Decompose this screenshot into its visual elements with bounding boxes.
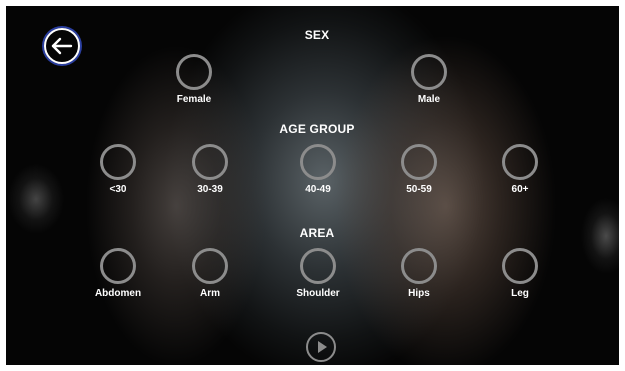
radio-ring[interactable] [192, 248, 228, 284]
area-option-shoulder[interactable]: Shoulder [288, 248, 348, 299]
option-label: 40-49 [305, 184, 331, 195]
radio-ring[interactable] [411, 54, 447, 90]
age-option-30-39[interactable]: 30-39 [180, 144, 240, 195]
option-label: 30-39 [197, 184, 223, 195]
radio-ring[interactable] [401, 248, 437, 284]
age-option-60-plus[interactable]: 60+ [490, 144, 550, 195]
option-label: Shoulder [296, 288, 340, 299]
option-label: Leg [511, 288, 529, 299]
radio-ring[interactable] [192, 144, 228, 180]
area-option-arm[interactable]: Arm [180, 248, 240, 299]
start-play-button[interactable] [306, 332, 336, 362]
sex-option-male[interactable]: Male [399, 54, 459, 105]
play-icon [318, 341, 327, 353]
radio-ring[interactable] [300, 248, 336, 284]
sex-option-female[interactable]: Female [164, 54, 224, 105]
sex-heading: SEX [304, 28, 330, 42]
area-option-abdomen[interactable]: Abdomen [88, 248, 148, 299]
option-label: 60+ [511, 184, 529, 195]
option-label: Abdomen [94, 288, 142, 299]
dumbbell-left-image [6, 161, 66, 236]
area-heading: AREA [299, 226, 335, 240]
age-option-under-30[interactable]: <30 [88, 144, 148, 195]
radio-ring[interactable] [401, 144, 437, 180]
radio-ring[interactable] [300, 144, 336, 180]
age-option-40-49[interactable]: 40-49 [288, 144, 348, 195]
radio-ring[interactable] [176, 54, 212, 90]
option-label: <30 [109, 184, 127, 195]
area-option-leg[interactable]: Leg [490, 248, 550, 299]
option-label: Hips [408, 288, 430, 299]
back-button[interactable] [44, 28, 80, 64]
age-option-50-59[interactable]: 50-59 [389, 144, 449, 195]
dumbbell-right-image [576, 196, 619, 276]
age-group-heading: AGE GROUP [279, 122, 355, 136]
area-option-hips[interactable]: Hips [389, 248, 449, 299]
option-label: Arm [199, 288, 220, 299]
option-label: Female [176, 94, 212, 105]
option-label: Male [417, 94, 441, 105]
back-arrow-icon [51, 37, 73, 55]
radio-ring[interactable] [100, 144, 136, 180]
radio-ring[interactable] [502, 248, 538, 284]
radio-ring[interactable] [100, 248, 136, 284]
app-screen: SEX Female Male AGE GROUP <30 30-39 40-4… [6, 6, 619, 365]
radio-ring[interactable] [502, 144, 538, 180]
option-label: 50-59 [406, 184, 432, 195]
